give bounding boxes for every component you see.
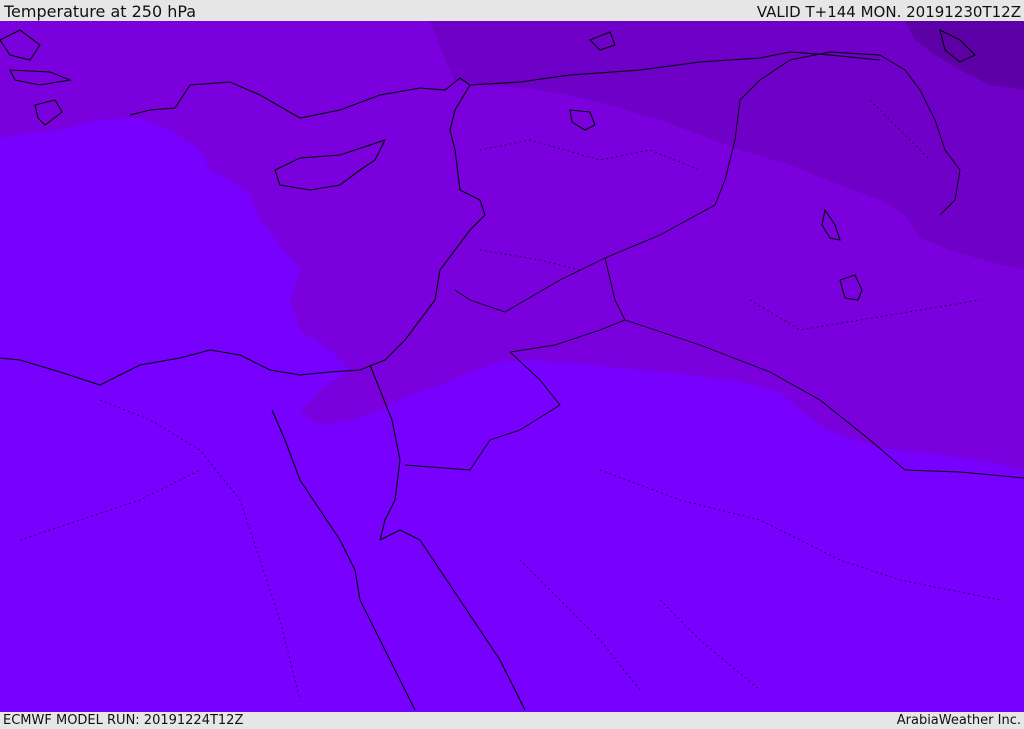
map-title: Temperature at 250 hPa — [4, 2, 197, 21]
valid-time: VALID T+144 MON. 20191230T12Z — [756, 3, 1021, 21]
temperature-map[interactable] — [0, 21, 1024, 712]
header-bar: Temperature at 250 hPa VALID T+144 MON. … — [0, 0, 1024, 21]
credit: ArabiaWeather Inc. — [896, 713, 1021, 728]
footer-bar: ECMWF MODEL RUN: 20191224T12Z ArabiaWeat… — [0, 712, 1024, 729]
model-run: ECMWF MODEL RUN: 20191224T12Z — [3, 713, 244, 728]
